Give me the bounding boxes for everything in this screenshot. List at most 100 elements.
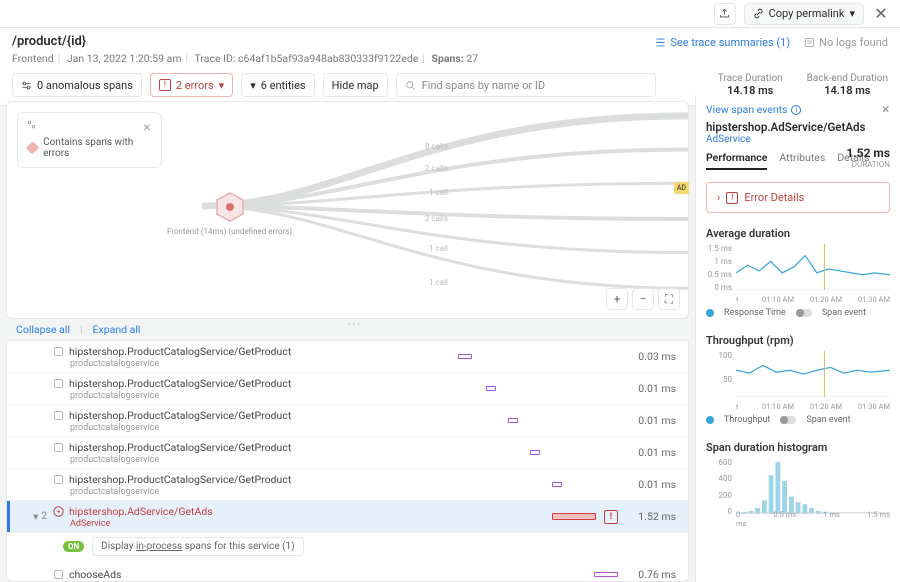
span-bar [396,341,626,372]
in-process-toggle-row: ON Display in-process spans for this serv… [7,533,688,559]
trace-meta: Frontend| Jan 13, 2022 1:20:59 am| Trace… [12,52,478,65]
error-icon: ! [604,510,618,524]
span-service-text: AdService [53,519,374,529]
span-icon [53,346,64,357]
span-icon [53,378,64,389]
span-row[interactable]: hipstershop.ProductCatalogService/GetPro… [7,469,688,501]
span-service-text: productcatalogservice [53,487,396,497]
fit-button[interactable]: ⛶ [658,288,680,310]
anomalous-spans-filter[interactable]: 0 anomalous spans [12,73,142,97]
span-name-text: hipstershop.ProductCatalogService/GetPro… [69,441,291,454]
avg-duration-chart[interactable]: 1.5 ms1 ms0.5 ms0 ms t01:10 AM01:20 AM01… [706,244,890,304]
span-event-toggle[interactable] [780,416,796,424]
close-icon[interactable]: ✕ [881,103,890,116]
span-duration-text: 0.01 ms [626,478,676,491]
hide-map-button[interactable]: Hide map [323,73,388,97]
span-bar [396,559,626,582]
in-process-text: Display in-process spans for this servic… [92,537,304,556]
span-bar [396,405,626,436]
copy-permalink-button[interactable]: Copy permalink ▾ [744,3,864,25]
duration-histogram[interactable]: 6004002000 0 ms0.5 ms1 ms1.5 ms [706,458,890,528]
close-icon[interactable]: ✕ [872,4,890,23]
span-duration-text: 0.01 ms [626,382,676,395]
histogram-title: Span duration histogram [706,441,890,454]
chevron-down-icon: ▾ [849,7,855,20]
span-duration-text: 1.52 ms [626,510,676,523]
search-input[interactable]: Find spans by name or ID [396,73,656,97]
chevron-down-icon: ▾ [219,79,225,92]
span-duration-text: 0.03 ms [626,350,676,363]
errors-filter[interactable]: ! 2 errors ▾ [150,73,233,97]
chevron-right-icon: › [717,191,720,204]
span-service-text: productcatalogservice [53,455,396,465]
span-icon [53,569,64,580]
span-duration-text: 0.01 ms [626,446,676,459]
trace-duration: Trace Duration 14.18 ms [718,73,783,97]
span-duration-text: 0.01 ms [626,414,676,427]
span-icon [53,410,64,421]
view-span-events-link[interactable]: View span events i [706,103,801,116]
flow-lines [7,102,688,318]
throughput-chart[interactable]: 10050 t01:10 AM01:20 AM01:30 AM [706,351,890,411]
share-icon[interactable] [714,3,736,25]
see-trace-summaries-link[interactable]: See trace summaries (1) [655,36,790,49]
span-row[interactable]: hipstershop.ProductCatalogService/GetPro… [7,341,688,373]
span-row[interactable]: chooseAds 0.76 ms [7,559,688,582]
span-duration: 1.52 ms DURATION [846,146,890,169]
search-icon [405,80,416,91]
span-details-panel: View span events i ✕ hipstershop.AdServi… [695,95,900,582]
span-bar [396,373,626,404]
span-row[interactable]: hipstershop.ProductCatalogService/GetPro… [7,437,688,469]
toggle-on[interactable]: ON [63,541,84,552]
span-tree[interactable]: hipstershop.ProductCatalogService/GetPro… [6,340,689,582]
dependency-map[interactable]: ✕ Contains spans with errors 0 calls 2 c… [6,101,689,319]
expand-all-link[interactable]: Expand all [93,323,141,336]
no-logs-found: No logs found [804,36,888,49]
span-bar [396,437,626,468]
span-bar [396,469,626,500]
span-service-text: productcatalogservice [53,423,396,433]
ad-tag: AD [674,182,689,194]
span-name-text: chooseAds [69,568,121,581]
span-row[interactable]: hipstershop.ProductCatalogService/GetPro… [7,405,688,437]
list-icon [655,37,666,48]
span-name-text: hipstershop.ProductCatalogService/GetPro… [69,345,291,358]
logs-icon [804,37,815,48]
error-icon: ! [159,79,171,91]
span-name-text: hipstershop.ProductCatalogService/GetPro… [69,377,291,390]
error-span-icon [53,506,64,517]
span-icon [53,474,64,485]
copy-permalink-label: Copy permalink [769,7,845,20]
zoom-in-button[interactable]: + [606,288,628,310]
span-name-text: hipstershop.ProductCatalogService/GetPro… [69,409,291,422]
link-icon [753,8,764,19]
span-name-text: hipstershop.ProductCatalogService/GetPro… [69,473,291,486]
chevron-down-icon: ▾ [250,79,256,92]
zoom-out-button[interactable]: − [632,288,654,310]
span-service[interactable]: AdService [706,134,890,145]
throughput-title: Throughput (rpm) [706,334,890,347]
span-duration-text: 0.76 ms [626,568,676,581]
span-bar [374,501,604,532]
span-name-text: hipstershop.AdService/GetAds [69,505,213,518]
error-details-button[interactable]: › ! Error Details [706,182,890,213]
error-icon: ! [726,192,738,204]
filter-icon [21,80,32,91]
row-toggle[interactable]: ▾2 [7,510,53,523]
span-row[interactable]: ▾2 hipstershop.AdService/GetAdsAdService!… [7,501,688,533]
tab-attributes[interactable]: Attributes [779,151,825,170]
tab-performance[interactable]: Performance [706,151,767,170]
collapse-all-link[interactable]: Collapse all [16,323,70,336]
span-event-toggle[interactable] [796,309,812,317]
page-title: /product/{id} [12,34,478,49]
map-node-frontend[interactable]: Frontend (14ms) (undefined errors) [167,192,292,236]
avg-duration-title: Average duration [706,227,890,240]
entities-filter[interactable]: ▾ 6 entities [241,73,314,97]
backend-duration: Back-end Duration 14.18 ms [807,73,888,97]
span-icon [53,442,64,453]
span-row[interactable]: hipstershop.ProductCatalogService/GetPro… [7,373,688,405]
info-icon: i [791,105,801,115]
span-service-text: productcatalogservice [53,391,396,401]
span-service-text: productcatalogservice [53,359,396,369]
span-name: hipstershop.AdService/GetAds [706,120,890,134]
